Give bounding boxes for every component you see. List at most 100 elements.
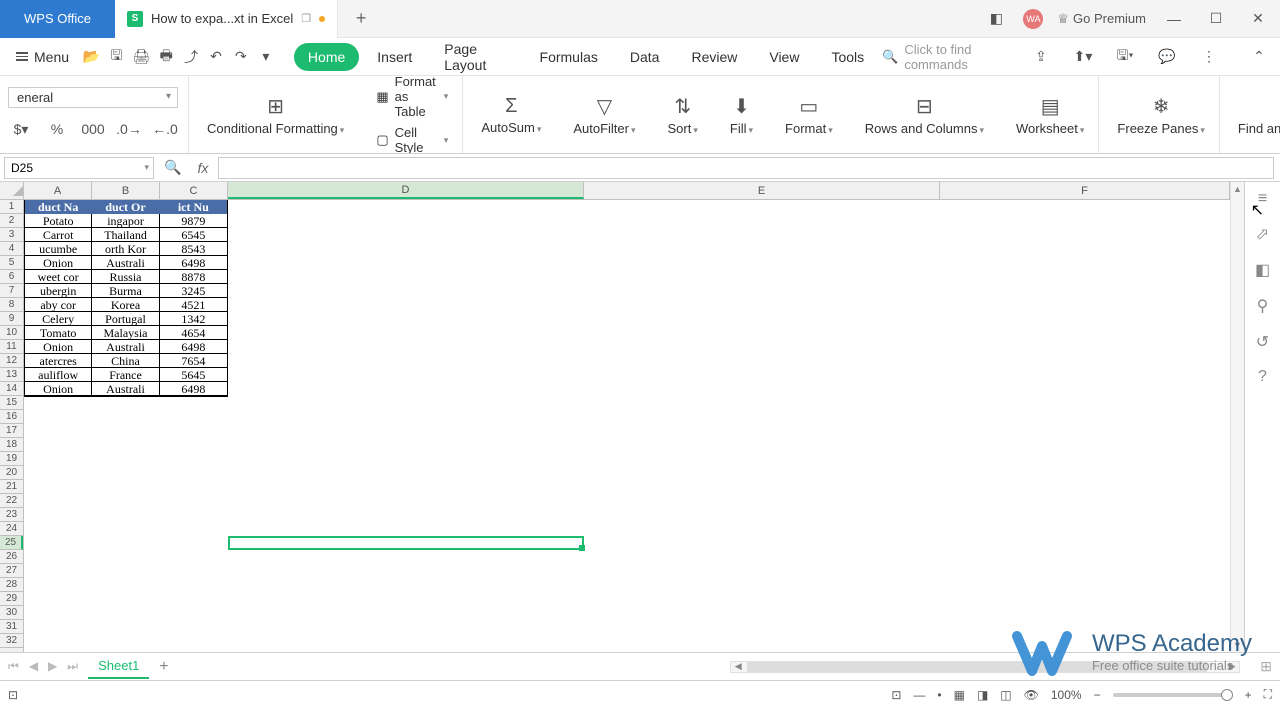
maximize-button[interactable]: ☐ (1202, 5, 1230, 33)
cell[interactable]: orth Kor (92, 242, 159, 256)
tab-formulas[interactable]: Formulas (526, 43, 612, 71)
row-header-17[interactable]: 17 (0, 424, 23, 438)
close-button[interactable]: ✕ (1244, 5, 1272, 33)
save-icon[interactable]: 🖫 (106, 44, 127, 70)
sheet-prev-icon[interactable]: ◀ (29, 659, 38, 674)
table-row[interactable]: uberginBurma3245 (25, 284, 227, 298)
row-header-18[interactable]: 18 (0, 438, 23, 452)
cell[interactable]: ucumbe (25, 242, 92, 256)
col-header-a[interactable]: A (24, 182, 92, 199)
cell[interactable]: Burma (92, 284, 159, 298)
col-header-e[interactable]: E (584, 182, 940, 199)
data-table[interactable]: duct Naduct Orict NuPotatoingapor9879Car… (24, 200, 228, 397)
sidebar-layout-icon[interactable]: ◧ (1255, 260, 1270, 280)
tab-review[interactable]: Review (677, 43, 751, 71)
command-search[interactable]: 🔍 Click to find commands (882, 42, 1008, 72)
row-header-22[interactable]: 22 (0, 494, 23, 508)
scroll-thumb[interactable] (747, 662, 1207, 672)
sort-button[interactable]: Sort▾ (668, 121, 698, 136)
row-header-25[interactable]: 25 (0, 536, 23, 550)
cell[interactable]: aby cor (25, 298, 92, 312)
cell[interactable]: 5645 (160, 368, 227, 382)
row-header-14[interactable]: 14 (0, 382, 23, 396)
cell[interactable]: 3245 (160, 284, 227, 298)
row-header-2[interactable]: 2 (0, 214, 23, 228)
comma-icon[interactable]: 000 (80, 116, 106, 142)
tab-tools[interactable]: Tools (817, 43, 878, 71)
row-header-31[interactable]: 31 (0, 620, 23, 634)
table-row[interactable]: weet corRussia8878 (25, 270, 227, 284)
formula-input[interactable] (218, 157, 1274, 179)
row-header-9[interactable]: 9 (0, 312, 23, 326)
cell[interactable]: 6498 (160, 382, 227, 396)
tab-data[interactable]: Data (616, 43, 674, 71)
fill-button[interactable]: Fill▾ (730, 121, 753, 136)
view-break-icon[interactable]: ◫ (1000, 688, 1011, 702)
tab-home[interactable]: Home (294, 43, 359, 71)
cell[interactable]: Korea (92, 298, 159, 312)
scroll-down-icon[interactable]: ▼ (1231, 638, 1244, 652)
fullscreen-icon[interactable]: ⛶ (1264, 687, 1272, 702)
percent-icon[interactable]: % (44, 116, 70, 142)
cell[interactable]: 4654 (160, 326, 227, 340)
cell[interactable]: 1342 (160, 312, 227, 326)
col-header-c[interactable]: C (160, 182, 228, 199)
cell[interactable]: 8878 (160, 270, 227, 284)
row-header-29[interactable]: 29 (0, 592, 23, 606)
comment-icon[interactable]: 💬 (1154, 44, 1180, 70)
currency-icon[interactable]: $▾ (8, 116, 34, 142)
row-header-8[interactable]: 8 (0, 298, 23, 312)
cell[interactable]: ict Nu (160, 200, 227, 214)
sheet-next-icon[interactable]: ▶ (48, 659, 57, 674)
duplicate-icon[interactable]: ❐ (301, 12, 311, 25)
row-header-32[interactable]: 32 (0, 634, 23, 648)
row-header-1[interactable]: 1 (0, 200, 23, 214)
freeze-panes-button[interactable]: Freeze Panes▾ (1117, 121, 1204, 136)
scroll-left-icon[interactable]: ◀ (731, 662, 745, 672)
spreadsheet-grid[interactable]: A B C D E F 1234567891011121314151617181… (0, 182, 1244, 652)
col-header-b[interactable]: B (92, 182, 160, 199)
table-row[interactable]: CarrotThailand6545 (25, 228, 227, 242)
table-row[interactable]: atercresChina7654 (25, 354, 227, 368)
menu-button[interactable]: Menu (8, 45, 77, 69)
export-icon[interactable]: ⤴ (181, 44, 202, 70)
table-row[interactable]: ucumbeorth Kor8543 (25, 242, 227, 256)
cell[interactable]: Malaysia (92, 326, 159, 340)
cloud-icon[interactable]: ⬆▾ (1070, 44, 1096, 70)
cell[interactable]: Potato (25, 214, 92, 228)
tab-view[interactable]: View (755, 43, 813, 71)
scroll-up-icon[interactable]: ▲ (1231, 182, 1244, 196)
fx-icon[interactable]: fx (188, 160, 218, 176)
save-as-icon[interactable]: 🖫▾ (1112, 44, 1138, 70)
cell[interactable]: Tomato (25, 326, 92, 340)
row-header-27[interactable]: 27 (0, 564, 23, 578)
cell[interactable]: Portugal (92, 312, 159, 326)
row-header-30[interactable]: 30 (0, 606, 23, 620)
row-header-10[interactable]: 10 (0, 326, 23, 340)
tab-insert[interactable]: Insert (363, 43, 426, 71)
row-header-3[interactable]: 3 (0, 228, 23, 242)
cell[interactable]: Onion (25, 340, 92, 354)
number-format-dropdown[interactable]: eneral (8, 87, 178, 108)
document-tab[interactable]: S How to expa...xt in Excel ❐ (115, 0, 338, 38)
row-headers[interactable]: 1234567891011121314151617181920212223242… (0, 200, 24, 652)
row-header-28[interactable]: 28 (0, 578, 23, 592)
row-header-6[interactable]: 6 (0, 270, 23, 284)
col-header-f[interactable]: F (940, 182, 1230, 199)
vertical-scrollbar[interactable]: ▲ ▼ (1230, 182, 1244, 652)
cell[interactable]: 4521 (160, 298, 227, 312)
cell[interactable]: Australi (92, 340, 159, 354)
go-premium-button[interactable]: ♕ Go Premium (1057, 11, 1146, 27)
cell[interactable]: 6498 (160, 340, 227, 354)
sheet-first-icon[interactable]: ⏮ (8, 659, 19, 674)
row-header-11[interactable]: 11 (0, 340, 23, 354)
cell[interactable]: duct Or (92, 200, 159, 214)
grid-toggle-icon[interactable]: ⊞ (1260, 658, 1272, 675)
row-header-4[interactable]: 4 (0, 242, 23, 256)
cell[interactable]: Australi (92, 382, 159, 396)
row-header-16[interactable]: 16 (0, 410, 23, 424)
cell[interactable]: duct Na (25, 200, 92, 214)
cell[interactable]: China (92, 354, 159, 368)
conditional-formatting-button[interactable]: Conditional Formatting▾ (207, 121, 344, 136)
cell[interactable]: atercres (25, 354, 92, 368)
